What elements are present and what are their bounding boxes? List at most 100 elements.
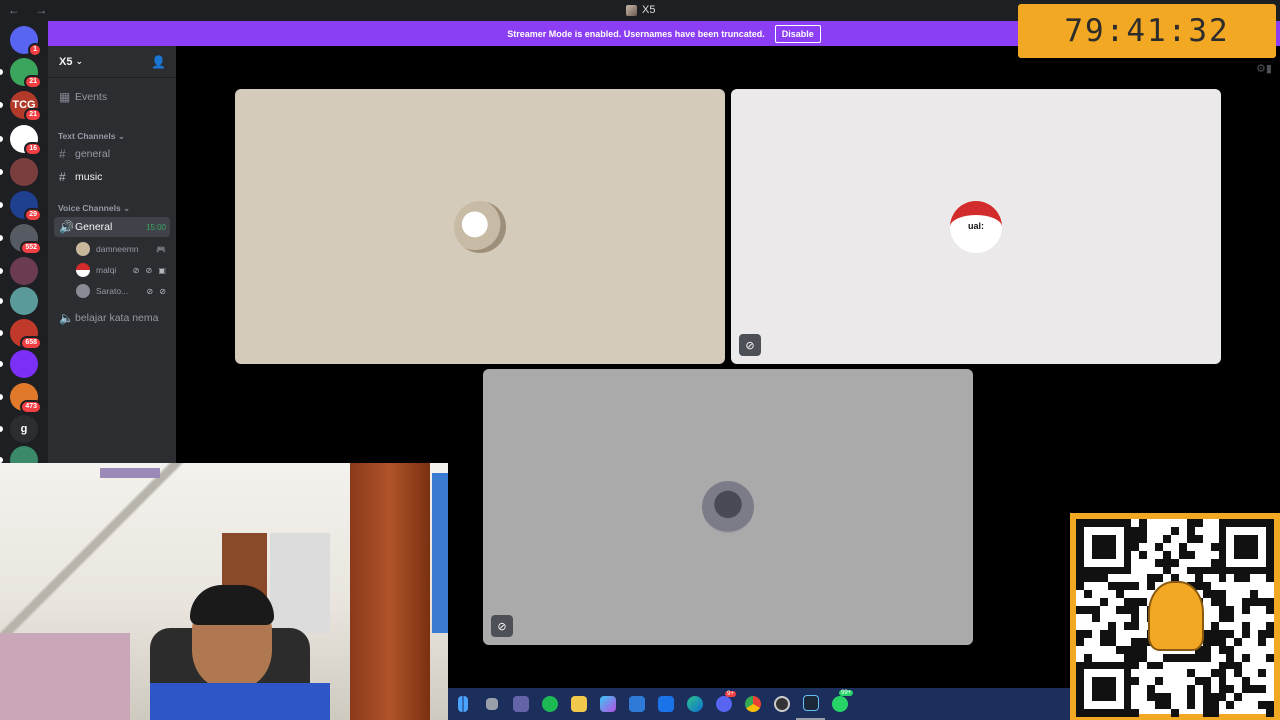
activity-icon: 🎮 — [156, 244, 168, 254]
windows-icon[interactable] — [448, 688, 477, 720]
mention-badge: 658 — [20, 336, 42, 350]
hash-icon: # — [59, 170, 66, 184]
voice-user[interactable]: Sarato... ⊘ ⊘ — [76, 282, 168, 300]
unread-indicator — [0, 136, 3, 142]
server-icon[interactable]: g — [10, 415, 38, 443]
unread-indicator — [0, 394, 3, 400]
video-tile-damneemn[interactable] — [235, 89, 725, 364]
mute-deafen-icon: ⊘ ⊘ ▣ — [132, 265, 168, 275]
mention-badge: 552 — [20, 241, 42, 255]
speaker-icon: 🔊 — [59, 220, 74, 234]
deafened-icon: ⊘ — [491, 615, 513, 637]
chrome-icon[interactable] — [738, 688, 767, 720]
window-title: X5 — [626, 4, 655, 16]
mascot-logo — [1148, 581, 1204, 651]
folder-icon[interactable] — [564, 688, 593, 720]
steam-icon[interactable] — [796, 688, 825, 720]
server-list: 1 21 TCG 21 16 29 552 658 473 g — [0, 21, 48, 474]
store-icon[interactable] — [622, 688, 651, 720]
unread-indicator — [0, 298, 3, 304]
discord-icon[interactable]: 9+ — [709, 688, 738, 720]
mute-deafen-icon: ⊘ ⊘ — [146, 286, 168, 296]
events-item[interactable]: ▦ Events — [54, 87, 170, 107]
teams-icon[interactable] — [506, 688, 535, 720]
channel-general[interactable]: # general — [54, 144, 170, 164]
unread-indicator — [0, 102, 3, 108]
server-icon[interactable] — [10, 158, 38, 186]
edge-icon[interactable] — [680, 688, 709, 720]
server-icon[interactable]: 21 — [10, 58, 42, 89]
webcam-overlay — [0, 463, 448, 720]
qr-code-overlay — [1070, 513, 1280, 720]
server-icon[interactable] — [10, 287, 38, 315]
server-icon[interactable]: 552 — [10, 224, 42, 255]
obs-icon[interactable] — [767, 688, 796, 720]
server-icon[interactable]: 16 — [10, 125, 42, 156]
voice-time: 15:00 — [145, 222, 166, 232]
unread-indicator — [0, 268, 3, 274]
avatar — [702, 481, 754, 533]
channel-label: music — [75, 171, 103, 183]
server-icon[interactable]: 473 — [10, 383, 42, 414]
video-tile-malqi[interactable]: ual: ⊘ — [731, 89, 1221, 364]
mention-badge: 473 — [20, 400, 42, 414]
channel-label: general — [75, 148, 111, 160]
mention-badge: 16 — [24, 142, 42, 156]
channel-music[interactable]: # music — [54, 167, 170, 187]
voice-channel-belajar[interactable]: 🔈 belajar kata nema — [54, 308, 170, 328]
avatar — [76, 263, 90, 277]
invite-icon[interactable]: 👤 — [151, 55, 166, 69]
avatar — [454, 201, 506, 253]
hash-icon: # — [59, 147, 66, 161]
mention-badge: 21 — [24, 75, 42, 89]
server-icon[interactable]: 29 — [10, 191, 42, 222]
whatsapp-icon[interactable]: 99+ — [825, 688, 854, 720]
copilot-icon[interactable] — [593, 688, 622, 720]
server-header[interactable]: X5 ⌄ 👤 — [48, 46, 176, 78]
avatar — [76, 284, 90, 298]
unread-indicator — [0, 235, 3, 241]
grid-icon[interactable]: ⚙▮ — [1256, 62, 1272, 75]
unread-indicator — [0, 169, 3, 175]
deafened-icon: ⊘ — [739, 334, 761, 356]
voice-channel-general[interactable]: 🔊 General 15:00 — [54, 217, 170, 237]
streamer-mode-text: Streamer Mode is enabled. Usernames have… — [507, 28, 765, 39]
voice-channel-label: General — [75, 221, 113, 233]
mail-icon[interactable] — [651, 688, 680, 720]
server-icon[interactable]: 658 — [10, 319, 42, 350]
mention-badge: 21 — [24, 108, 42, 122]
spotify-icon[interactable] — [535, 688, 564, 720]
disable-button[interactable]: Disable — [774, 24, 821, 43]
calendar-icon: ▦ — [59, 90, 71, 104]
server-name: X5 — [59, 55, 73, 68]
mention-badge: 1 — [28, 43, 42, 57]
avatar: ual: — [950, 201, 1002, 253]
text-channels-category[interactable]: Text Channels ⌄ — [58, 131, 125, 142]
events-label: Events — [75, 91, 108, 103]
avatar — [76, 242, 90, 256]
voice-user[interactable]: damneemn 🎮 — [76, 240, 168, 258]
unread-indicator — [0, 69, 3, 75]
unread-indicator — [0, 202, 3, 208]
unread-indicator — [0, 426, 3, 432]
server-icon[interactable]: 1 — [10, 26, 42, 57]
video-tile-sarato[interactable]: ⊘ — [483, 369, 973, 645]
chevron-down-icon: ⌄ — [75, 56, 84, 66]
server-icon[interactable] — [10, 350, 38, 378]
mention-badge: 29 — [24, 208, 42, 222]
files-icon[interactable] — [477, 688, 506, 720]
speaker-icon: 🔈 — [59, 311, 74, 325]
server-icon[interactable]: TCG 21 — [10, 91, 42, 122]
voice-channel-label: belajar kata nema — [75, 312, 159, 324]
unread-indicator — [0, 361, 3, 367]
stream-timer: 79:41:32 — [1018, 4, 1276, 58]
nav-arrows[interactable]: ← → — [8, 3, 53, 17]
channel-sidebar: X5 ⌄ 👤 ▦ Events Text Channels ⌄ # genera… — [48, 46, 176, 466]
server-icon[interactable] — [10, 257, 38, 285]
voice-channels-category[interactable]: Voice Channels ⌄ — [58, 203, 130, 214]
server-icon — [626, 4, 637, 16]
qr-code — [1076, 519, 1274, 717]
voice-user[interactable]: malqi ⊘ ⊘ ▣ — [76, 261, 168, 279]
windows-taskbar: 9+ 99+ — [448, 688, 1070, 720]
unread-indicator — [0, 330, 3, 336]
